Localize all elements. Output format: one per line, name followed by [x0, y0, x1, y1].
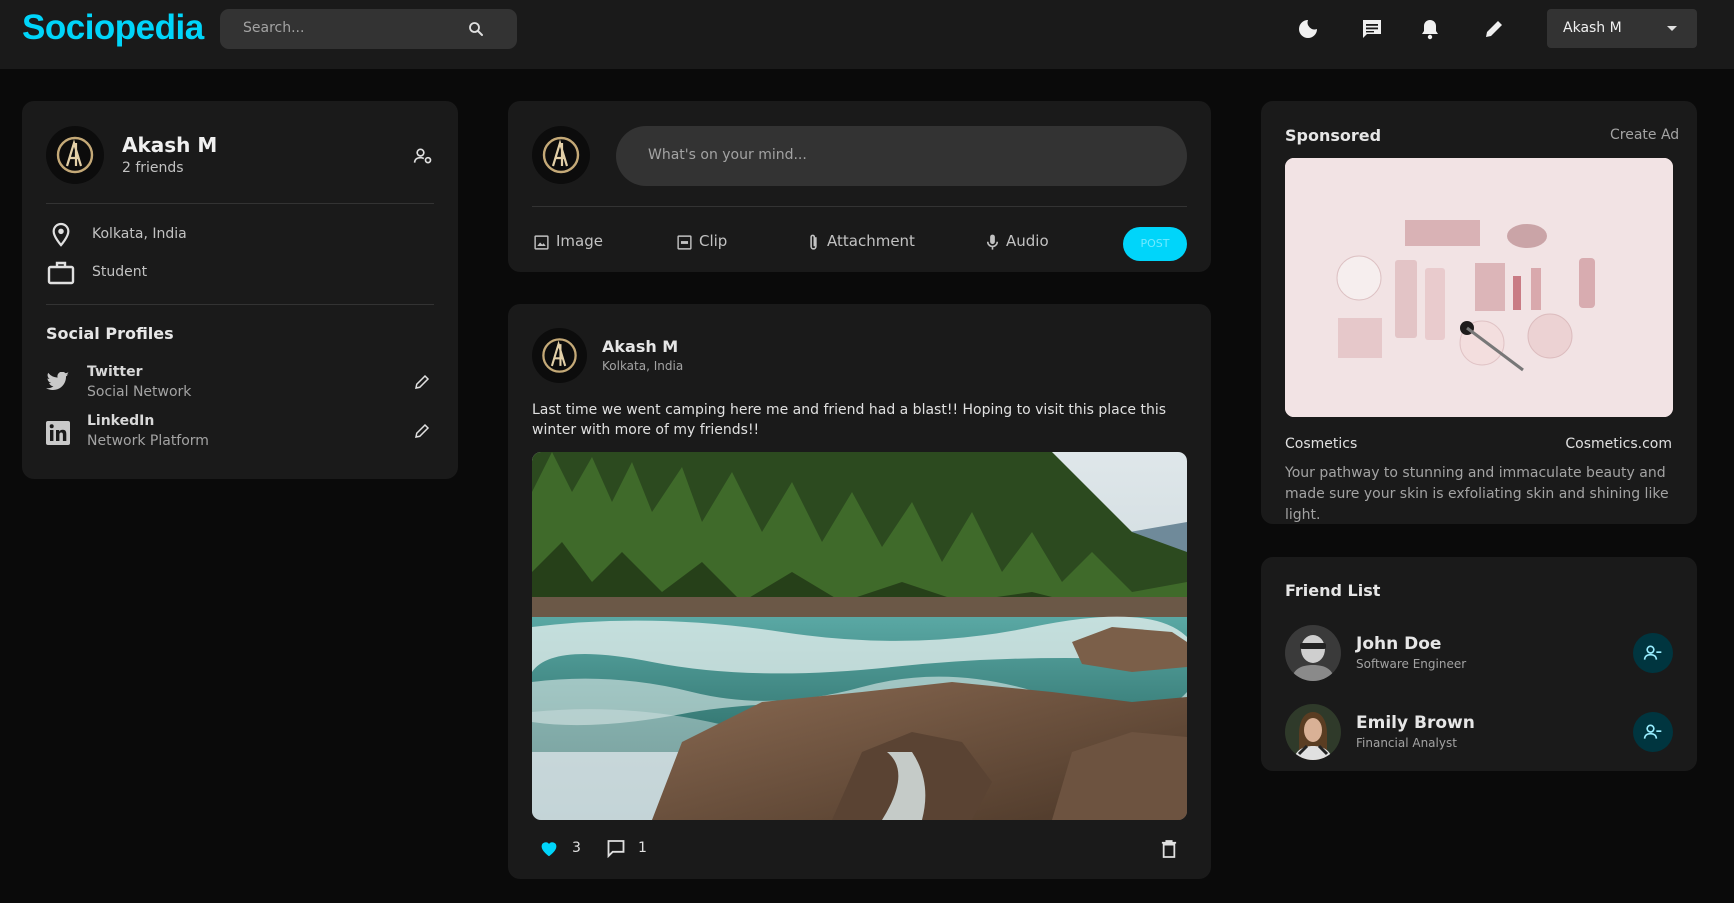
social-profiles-title: Social Profiles [46, 324, 174, 343]
trash-icon[interactable] [1161, 840, 1177, 858]
location-text: Kolkata, India [92, 226, 187, 242]
post-author-name[interactable]: Akash M [602, 337, 678, 356]
friend-role: Financial Analyst [1356, 736, 1457, 750]
divider [46, 203, 434, 204]
search-box[interactable]: Search... [220, 9, 517, 49]
friend-count: 2 friends [122, 160, 184, 176]
user-menu-label: Akash M [1563, 20, 1622, 36]
chevron-down-icon [1667, 26, 1677, 31]
create-ad-link[interactable]: Create Ad [1610, 127, 1679, 143]
comment-icon[interactable] [606, 839, 626, 858]
friend-avatar-emily[interactable] [1285, 704, 1341, 760]
user-name[interactable]: Akash M [122, 133, 217, 157]
ad-brand[interactable]: Cosmetics [1285, 436, 1357, 452]
twitter-icon [46, 372, 69, 391]
user-menu-select[interactable]: Akash M [1547, 9, 1697, 48]
location-icon [52, 222, 70, 247]
status-input[interactable]: What's on your mind... [616, 126, 1187, 186]
post-text: Last time we went camping here me and fr… [532, 402, 1167, 438]
attachment-action[interactable]: Attachment [827, 232, 915, 250]
post-button[interactable]: POST [1123, 227, 1187, 261]
navbar: Sociopedia Search... Akash M [0, 0, 1734, 69]
briefcase-icon [47, 261, 75, 285]
edit-twitter-icon[interactable] [413, 373, 431, 391]
linkedin-icon [46, 421, 70, 445]
image-action[interactable]: Image [556, 232, 603, 250]
bell-icon[interactable] [1418, 17, 1442, 41]
post-button-label: POST [1140, 237, 1170, 250]
twitter-type: Social Network [87, 384, 192, 400]
search-input[interactable]: Search... [243, 20, 304, 36]
twitter-name[interactable]: Twitter [87, 364, 143, 380]
person-remove-icon [1643, 645, 1662, 660]
post-image[interactable] [532, 452, 1187, 820]
sponsored-title: Sponsored [1285, 126, 1382, 145]
search-icon[interactable] [467, 20, 485, 38]
post-author-avatar[interactable] [532, 328, 587, 383]
moon-icon[interactable] [1296, 17, 1320, 41]
linkedin-type: Network Platform [87, 433, 209, 449]
app-logo[interactable]: Sociopedia [22, 8, 204, 48]
pencil-icon[interactable] [1482, 17, 1506, 41]
ad-image[interactable] [1285, 158, 1673, 417]
clip-action[interactable]: Clip [699, 232, 727, 250]
linkedin-name[interactable]: LinkedIn [87, 413, 154, 429]
divider [532, 206, 1187, 207]
friend-role: Software Engineer [1356, 657, 1467, 671]
microphone-icon[interactable] [984, 233, 1001, 252]
like-count: 3 [572, 840, 581, 856]
heart-icon[interactable] [539, 839, 559, 857]
occupation-text: Student [92, 264, 148, 280]
user-avatar[interactable] [46, 126, 104, 184]
friend-list-title: Friend List [1285, 581, 1381, 600]
message-icon[interactable] [1360, 17, 1384, 41]
friend-name[interactable]: Emily Brown [1356, 713, 1475, 733]
attachment-icon[interactable] [805, 233, 822, 252]
ad-description: Your pathway to stunning and immaculate … [1285, 465, 1669, 523]
person-remove-icon [1643, 724, 1662, 739]
ad-site[interactable]: Cosmetics.com [1565, 436, 1672, 452]
remove-friend-button[interactable] [1633, 633, 1673, 673]
friend-name[interactable]: John Doe [1356, 634, 1441, 654]
gif-icon[interactable] [676, 234, 693, 251]
comment-count: 1 [638, 840, 647, 856]
remove-friend-button[interactable] [1633, 712, 1673, 752]
image-icon[interactable] [533, 234, 550, 251]
post-author-location: Kolkata, India [602, 359, 684, 373]
status-placeholder: What's on your mind... [648, 147, 807, 163]
composer-avatar [532, 126, 590, 184]
manage-account-icon[interactable] [413, 146, 433, 166]
edit-linkedin-icon[interactable] [413, 422, 431, 440]
friend-avatar-john[interactable] [1285, 625, 1341, 681]
divider [46, 304, 434, 305]
audio-action[interactable]: Audio [1006, 232, 1049, 250]
